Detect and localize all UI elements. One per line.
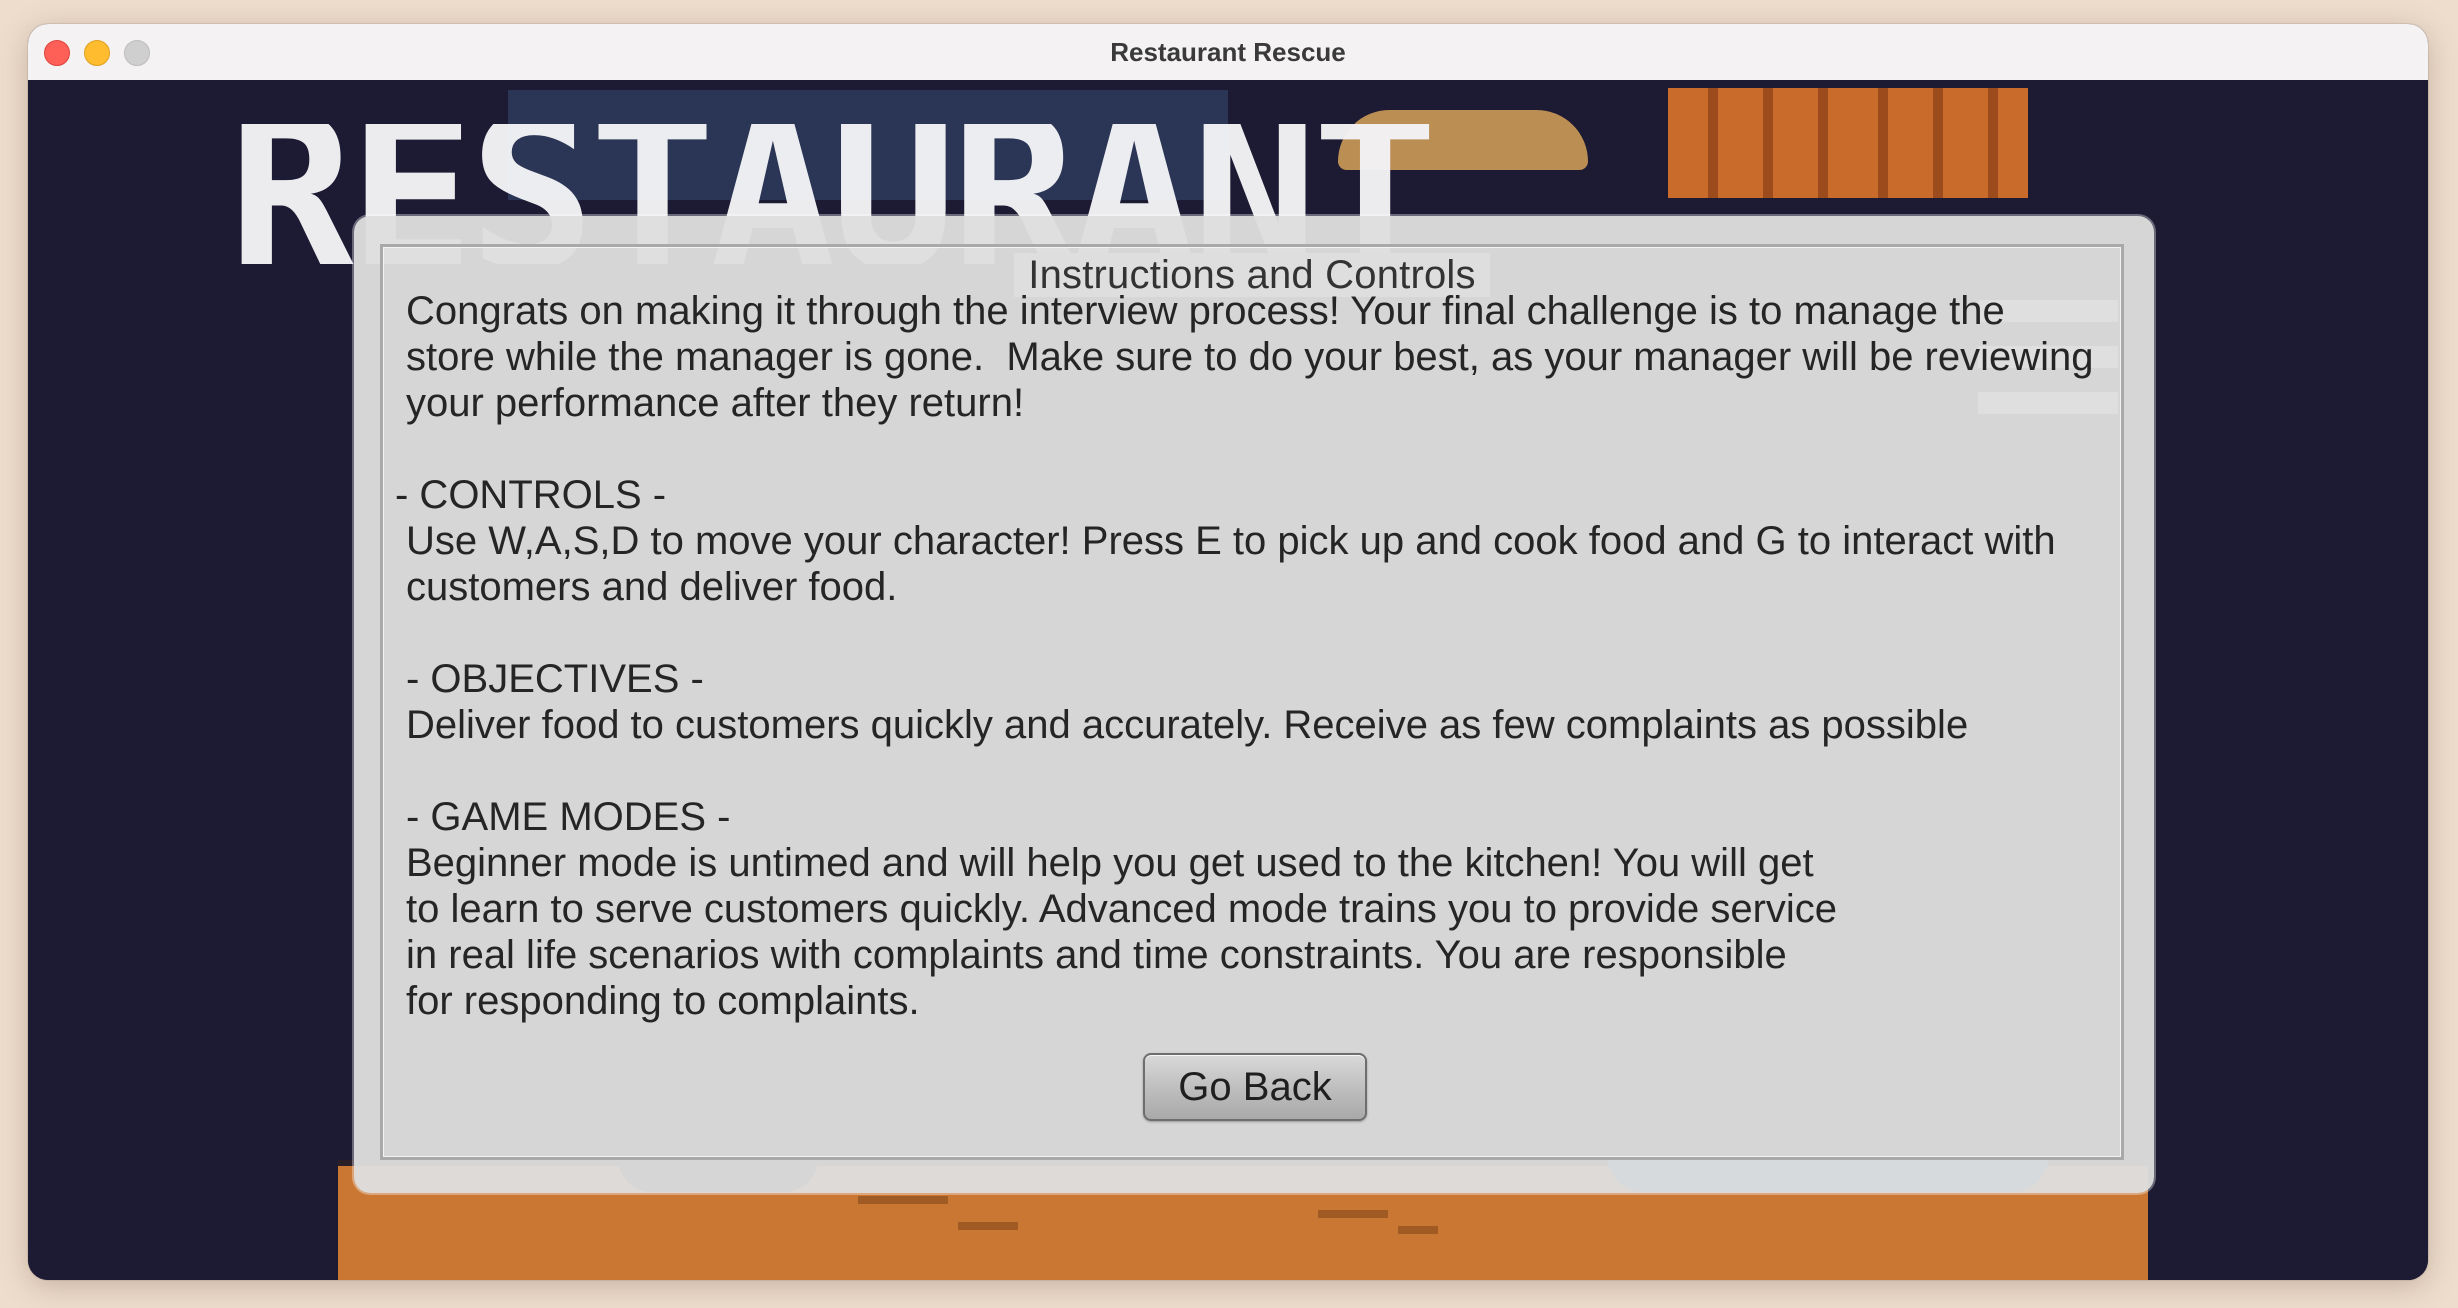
app-window: Restaurant Rescue RESTAURANT Instruction…: [28, 24, 2428, 1280]
controls-heading: - CONTROLS -: [395, 473, 667, 517]
game-modes-paragraph: Beginner mode is untimed and will help y…: [406, 841, 1838, 1023]
instructions-text: Congrats on making it through the interv…: [395, 288, 2126, 1024]
intro-paragraph: Congrats on making it through the interv…: [406, 289, 2094, 425]
controls-paragraph: Use W,A,S,D to move your character! Pres…: [406, 519, 2056, 609]
objectives-paragraph: Deliver food to customers quickly and ac…: [406, 703, 1969, 747]
window-title: Restaurant Rescue: [1110, 37, 1346, 67]
instructions-dialog: Instructions and Controls Congrats on ma…: [354, 216, 2154, 1193]
title-bar[interactable]: Restaurant Rescue: [28, 24, 2428, 81]
game-modes-heading: - GAME MODES -: [406, 795, 731, 839]
objectives-heading: - OBJECTIVES -: [406, 657, 704, 701]
go-back-button[interactable]: Go Back: [1143, 1053, 1367, 1121]
